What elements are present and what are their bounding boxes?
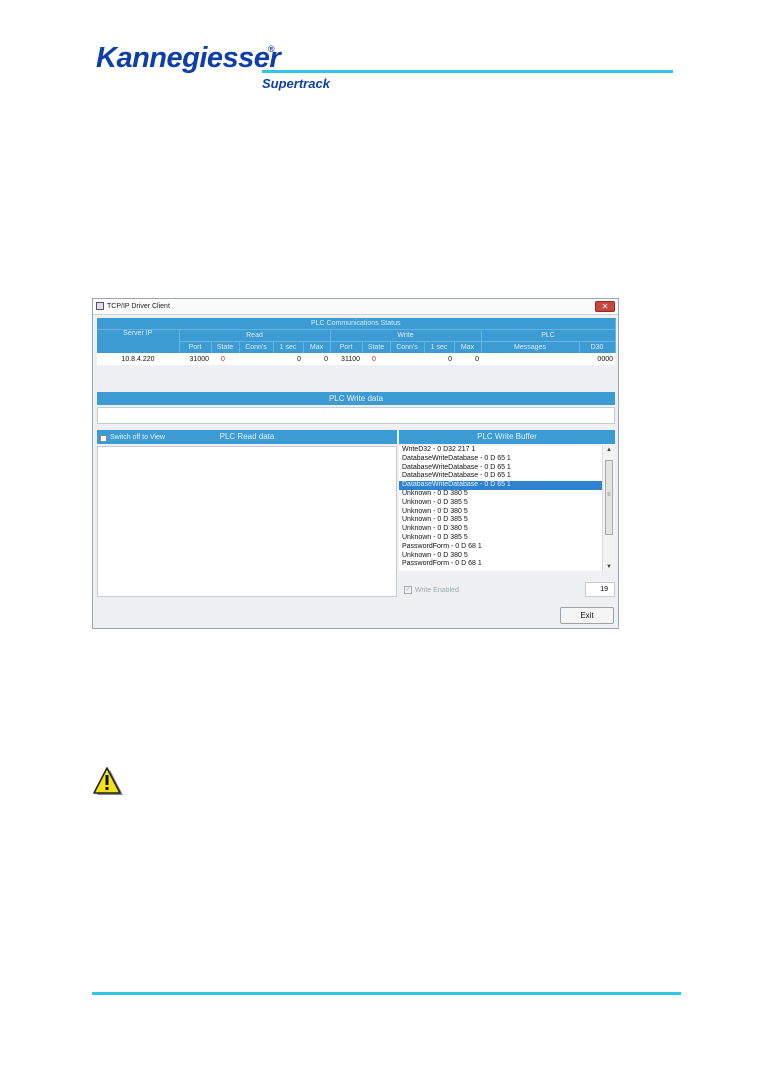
list-item[interactable]: Unknown - 0 D 380 5 [399, 552, 608, 561]
list-item[interactable]: DatabaseWriteDatabase - 0 D 65 1 [399, 464, 608, 473]
window-title: TCP/IP Driver Client [107, 303, 170, 310]
col-read-max: Max [303, 341, 331, 353]
cell-plc-messages [481, 353, 579, 365]
list-item[interactable]: Unknown - 0 D 385 5 [399, 516, 608, 525]
scroll-thumb[interactable]: ≡ [605, 460, 613, 535]
col-read-port: Port [179, 341, 212, 353]
scroll-up-icon[interactable]: ▲ [606, 447, 612, 453]
table-row: 10.8.4.220 31000 0 0 0 31100 0 0 0 0000 [97, 353, 615, 365]
cell-write-state: 0 [362, 353, 390, 365]
exit-button[interactable]: Exit [560, 607, 614, 624]
cell-plc-d30: 0000 [579, 353, 615, 365]
cell-read-state: 0 [211, 353, 239, 365]
close-button[interactable]: ✕ [595, 301, 615, 312]
list-item[interactable]: DatabaseWriteDatabase - 0 D 65 1 [399, 455, 608, 464]
col-plc-messages: Messages [481, 341, 580, 353]
col-plc-d30: D30 [579, 341, 616, 353]
plc-write-buffer-header: PLC Write Buffer [399, 430, 615, 444]
footer-rule [92, 992, 681, 995]
list-item[interactable]: DatabaseWriteDatabase - 0 D 65 1 [399, 472, 608, 481]
col-group-read: Read [179, 329, 331, 342]
col-write-max: Max [454, 341, 482, 353]
plc-write-buffer-list[interactable]: WriteD32 - 0 D32 217 1 DatabaseWriteDatab… [399, 446, 608, 571]
list-item[interactable]: PasswordForm - 0 D 68 1 [399, 560, 608, 569]
col-server-ip: Server IP [97, 329, 180, 353]
cell-server-ip: 10.8.4.220 [97, 353, 179, 365]
list-item[interactable]: Unknown - 0 D 380 5 [399, 508, 608, 517]
list-item[interactable]: Unknown - 0 D 380 5 [399, 525, 608, 534]
col-write-port: Port [330, 341, 363, 353]
col-read-conns: Conn's [239, 341, 274, 353]
window-titlebar: TCP/IP Driver Client ✕ [93, 299, 618, 315]
logo-registered-mark: ® [268, 44, 275, 54]
cell-write-1sec: 0 [424, 353, 454, 365]
switch-off-to-view-checkbox[interactable]: Switch off to View [100, 431, 165, 445]
plc-read-data-header: Switch off to View PLC Read data [97, 430, 397, 444]
col-group-write: Write [330, 329, 482, 342]
checkbox-icon[interactable] [100, 434, 107, 442]
buffer-count-field: 19 [585, 582, 615, 597]
logo-product-name: Supertrack [262, 76, 330, 91]
plc-write-data-header: PLC Write data [97, 392, 615, 405]
plc-read-data-panel[interactable] [97, 446, 397, 597]
plc-write-data-field[interactable] [97, 407, 615, 424]
warning-icon [93, 767, 123, 795]
list-item[interactable]: WriteD32 - 0 D32 217 1 [399, 446, 608, 455]
checkmark-icon: ✓ [404, 586, 412, 594]
col-write-state: State [362, 341, 391, 353]
cell-write-port: 31100 [330, 353, 362, 365]
logo-wordmark: Kannegiesser [96, 42, 281, 74]
cell-read-conns [239, 353, 273, 365]
col-read-state: State [211, 341, 240, 353]
cell-write-max: 0 [454, 353, 481, 365]
scroll-down-icon[interactable]: ▼ [606, 564, 612, 570]
buffer-scrollbar[interactable]: ▲ ≡ ▼ [602, 446, 615, 571]
tcpip-driver-client-window: TCP/IP Driver Client ✕ PLC Communication… [92, 298, 619, 629]
list-item[interactable]: PasswordForm - 0 D 68 1 [399, 543, 608, 552]
list-item[interactable]: DatabaseWriteDatabase - 0 D 65 1 [399, 481, 608, 490]
plc-status-table: PLC Communications Status Server IP Read… [97, 318, 616, 365]
write-enabled-label: Write Enabled [415, 586, 459, 594]
switch-off-to-view-label: Switch off to View [110, 434, 165, 441]
app-icon [96, 302, 104, 310]
header-rule [262, 70, 673, 73]
list-item[interactable]: Unknown - 0 D 385 5 [399, 499, 608, 508]
write-enabled-checkbox[interactable]: ✓ Write Enabled [404, 586, 459, 594]
plc-read-data-title: PLC Read data [219, 432, 275, 441]
cell-read-port: 31000 [179, 353, 211, 365]
list-item[interactable]: Unknown - 0 D 385 5 [399, 534, 608, 543]
list-item[interactable]: Unknown - 0 D 380 5 [399, 490, 608, 499]
cell-write-conns [390, 353, 424, 365]
cell-read-max: 0 [303, 353, 330, 365]
cell-read-1sec: 0 [273, 353, 303, 365]
col-write-conns: Conn's [390, 341, 425, 353]
col-group-plc: PLC [481, 329, 616, 342]
kannegiesser-logo: Kannegiesser ® Supertrack [96, 42, 330, 91]
status-table-title: PLC Communications Status [97, 318, 616, 330]
col-read-1sec: 1 sec [273, 341, 304, 353]
col-write-1sec: 1 sec [424, 341, 455, 353]
